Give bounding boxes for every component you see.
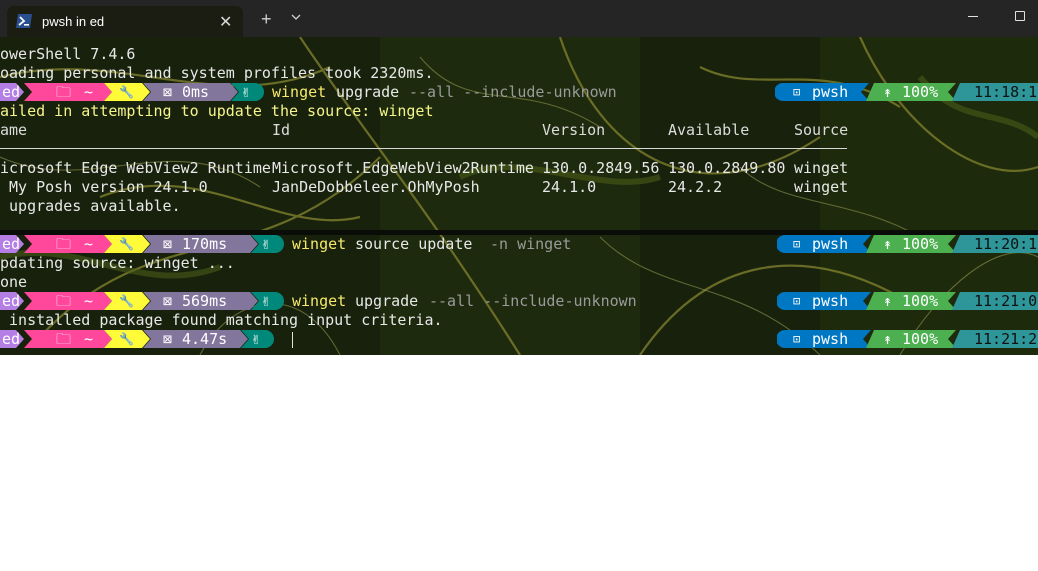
prompt-line: ed 🗀 ~ 🔧 ⊠ 569ms ✌ winget upgrade --all … <box>0 292 1038 311</box>
profile-load-line: oading personal and system profiles took… <box>0 64 434 82</box>
folder-icon: 🗀 <box>56 83 72 101</box>
col-version: Version <box>542 121 606 139</box>
time-text: 11:18:1 <box>974 83 1038 101</box>
shell-name: pwsh <box>812 83 849 101</box>
terminal-pane[interactable]: owerShell 7.4.6 oading personal and syst… <box>0 37 1038 355</box>
row-name: My Posh version 24.1.0 <box>0 178 208 196</box>
terminal-icon: ⊡ <box>793 332 801 346</box>
command-args: source update <box>355 235 473 253</box>
duration-text: 170ms <box>182 235 228 253</box>
table-divider <box>0 148 847 149</box>
terminal-icon: ⊡ <box>793 85 801 99</box>
duration-text: 4.47s <box>182 330 228 348</box>
col-available: Available <box>668 121 750 139</box>
user-name: ed <box>2 235 21 253</box>
row-id: JanDeDobbeleer.OhMyPosh <box>272 178 480 196</box>
terminal-icon: ⊡ <box>793 237 801 251</box>
user-name: ed <box>2 292 21 310</box>
row-name: icrosoft Edge WebView2 Runtime <box>0 159 271 177</box>
sprout-icon: ↟ <box>883 235 893 253</box>
status-icon: ✌ <box>241 83 251 101</box>
prompt-line: ed 🗀 ~ 🔧 ⊠ 170ms ✌ winget source update … <box>0 235 1038 254</box>
tab-pwsh[interactable]: pwsh in ed ✕ <box>7 6 243 37</box>
minimize-button[interactable] <box>968 16 978 17</box>
folder-icon: 🗀 <box>56 292 72 310</box>
time-text: 11:21:2 <box>974 330 1038 348</box>
updating-line: pdating source: winget ... <box>0 254 235 272</box>
timer-icon: ⊠ <box>163 292 173 310</box>
battery-level: 100% <box>902 330 939 348</box>
done-line: one <box>0 273 28 291</box>
title-bar: pwsh in ed ✕ + <box>0 0 1038 37</box>
command-flags: --all --include-unknown <box>429 292 637 310</box>
terminal-icon: ⊡ <box>793 294 801 308</box>
row-version: 24.1.0 <box>542 178 597 196</box>
status-icon: ✌ <box>261 235 271 253</box>
sprout-icon: ↟ <box>883 292 893 310</box>
row-source: winget <box>794 178 849 196</box>
wrench-icon: 🔧 <box>119 85 134 99</box>
col-name: ame <box>0 121 28 139</box>
status-icon: ✌ <box>261 292 271 310</box>
col-source: Source <box>794 121 849 139</box>
timer-icon: ⊠ <box>163 83 173 101</box>
user-name: ed <box>2 330 21 348</box>
new-tab-button[interactable]: + <box>261 9 272 30</box>
shell-name: pwsh <box>812 330 849 348</box>
prompt-line: ed 🗀 ~ 🔧 ⊠ 0ms ✌ winget upgrade --all --… <box>0 83 1038 102</box>
version-line: owerShell 7.4.6 <box>0 45 136 63</box>
row-available: 130.0.2849.80 <box>668 159 786 177</box>
no-package-line: installed package found matching input c… <box>0 311 443 329</box>
command-flags: --all --include-unknown <box>409 83 617 101</box>
tab-title: pwsh in ed <box>42 14 105 29</box>
user-name: ed <box>2 83 21 101</box>
timer-icon: ⊠ <box>163 235 173 253</box>
command-name: winget <box>292 235 347 253</box>
folder-icon: 🗀 <box>56 235 72 253</box>
shell-name: pwsh <box>812 235 849 253</box>
wrench-icon: 🔧 <box>119 332 134 346</box>
shell-name: pwsh <box>812 292 849 310</box>
duration-text: 0ms <box>182 83 210 101</box>
command-args: upgrade <box>336 83 400 101</box>
time-text: 11:20:1 <box>974 235 1038 253</box>
wrench-icon: 🔧 <box>119 294 134 308</box>
text-cursor[interactable] <box>292 332 293 348</box>
path-text: ~ <box>84 330 94 348</box>
battery-level: 100% <box>902 83 939 101</box>
battery-level: 100% <box>902 235 939 253</box>
col-id: Id <box>272 121 291 139</box>
path-text: ~ <box>84 235 94 253</box>
row-version: 130.0.2849.56 <box>542 159 660 177</box>
battery-level: 100% <box>902 292 939 310</box>
failed-line: ailed in attempting to update the source… <box>0 102 434 120</box>
command-flags: -n winget <box>490 235 572 253</box>
path-text: ~ <box>84 292 94 310</box>
command-name: winget <box>292 292 347 310</box>
upgrades-footer: upgrades available. <box>0 197 181 215</box>
duration-text: 569ms <box>182 292 228 310</box>
powershell-icon <box>16 14 32 28</box>
folder-icon: 🗀 <box>56 330 72 348</box>
active-prompt-line: ed 🗀 ~ 🔧 ⊠ 4.47s ✌ ⊡ pwsh ↟ 100% 11:21:2 <box>0 330 1038 349</box>
maximize-button[interactable] <box>1015 11 1025 21</box>
timer-icon: ⊠ <box>163 330 173 348</box>
command-args: upgrade <box>355 292 419 310</box>
close-icon[interactable]: ✕ <box>219 12 232 32</box>
row-id: Microsoft.EdgeWebView2Runtime <box>272 159 534 177</box>
chevron-down-icon[interactable] <box>290 12 302 22</box>
command-name: winget <box>272 83 327 101</box>
sprout-icon: ↟ <box>883 330 893 348</box>
terminal-window: pwsh in ed ✕ + owerShell 7.4.6 oading pe… <box>0 0 1038 355</box>
wrench-icon: 🔧 <box>119 237 134 251</box>
status-icon: ✌ <box>251 330 261 348</box>
path-text: ~ <box>84 83 94 101</box>
row-available: 24.2.2 <box>668 178 723 196</box>
sprout-icon: ↟ <box>883 83 893 101</box>
time-text: 11:21:0 <box>974 292 1038 310</box>
row-source: winget <box>794 159 849 177</box>
